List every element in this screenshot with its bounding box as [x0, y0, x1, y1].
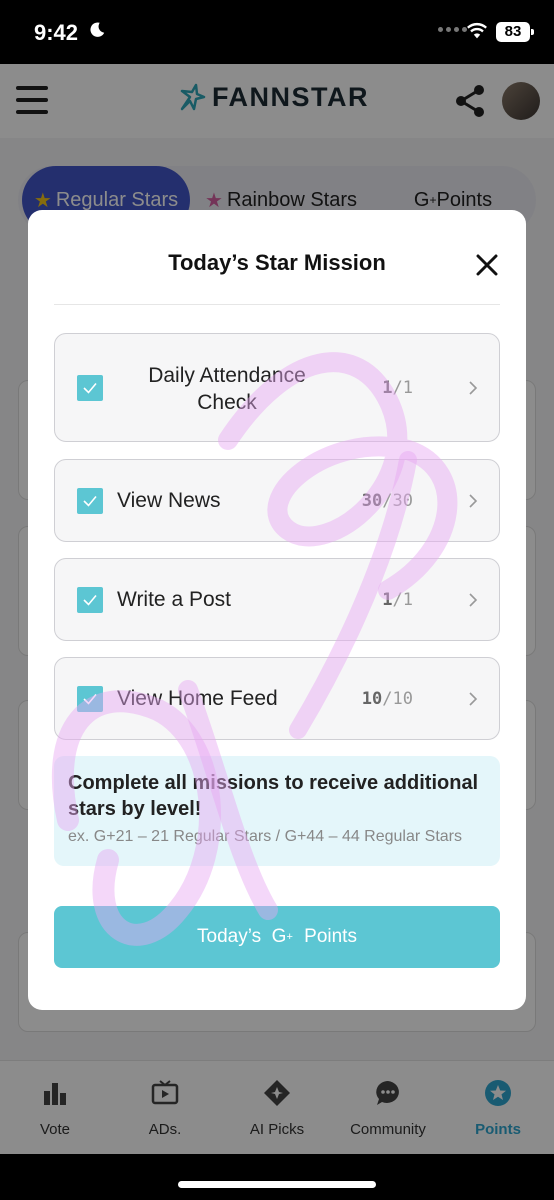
- wifi-icon: [467, 23, 487, 39]
- mission-item[interactable]: Daily Attendance Check 1/1: [54, 333, 500, 442]
- cellular-signal-icon: [438, 27, 467, 32]
- star-mission-modal: Today’s Star Mission Daily Attendance Ch…: [28, 210, 526, 1010]
- mission-item[interactable]: Write a Post 1/1: [54, 558, 500, 641]
- status-time: 9:42: [34, 20, 79, 45]
- battery-indicator: 83: [496, 22, 534, 42]
- chevron-right-icon: [469, 593, 478, 607]
- mission-progress: 30/30: [361, 491, 413, 511]
- button-label-sup: +: [286, 931, 293, 943]
- bonus-title: Complete all missions to receive additio…: [68, 772, 479, 820]
- mission-progress: 1/1: [382, 378, 413, 398]
- mission-progress: 10/10: [361, 689, 413, 709]
- todays-points-button[interactable]: Today’s G + Points: [54, 906, 500, 968]
- checkbox-checked: [77, 488, 103, 514]
- mission-label: View News: [117, 489, 221, 512]
- mission-label: Daily Attendance Check: [148, 364, 306, 414]
- moon-icon: [90, 22, 105, 37]
- home-indicator[interactable]: [178, 1181, 376, 1188]
- mission-item[interactable]: View Home Feed 10/10: [54, 657, 500, 740]
- mission-item[interactable]: View News 30/30: [54, 459, 500, 542]
- button-label-rest: Points: [298, 926, 357, 947]
- chevron-right-icon: [469, 692, 478, 706]
- checkmark-icon: [83, 382, 97, 394]
- button-label: Today’s G: [197, 926, 287, 947]
- close-icon[interactable]: [472, 250, 502, 280]
- bonus-example: ex. G+21 – 21 Regular Stars / G+44 – 44 …: [68, 828, 462, 845]
- chevron-right-icon: [469, 494, 478, 508]
- checkbox-checked: [77, 686, 103, 712]
- chevron-right-icon: [469, 381, 478, 395]
- checkmark-icon: [83, 495, 97, 507]
- checkmark-icon: [83, 693, 97, 705]
- home-indicator-area: [0, 1154, 554, 1200]
- mission-label: View Home Feed: [117, 687, 278, 710]
- checkmark-icon: [83, 594, 97, 606]
- checkbox-checked: [77, 375, 103, 401]
- modal-title: Today’s Star Mission: [168, 250, 386, 275]
- mission-progress: 1/1: [382, 590, 413, 610]
- bonus-info-box: Complete all missions to receive additio…: [54, 756, 500, 866]
- status-bar: 9:42 83: [0, 0, 554, 64]
- checkbox-checked: [77, 587, 103, 613]
- divider: [54, 304, 500, 305]
- mission-label: Write a Post: [117, 588, 231, 611]
